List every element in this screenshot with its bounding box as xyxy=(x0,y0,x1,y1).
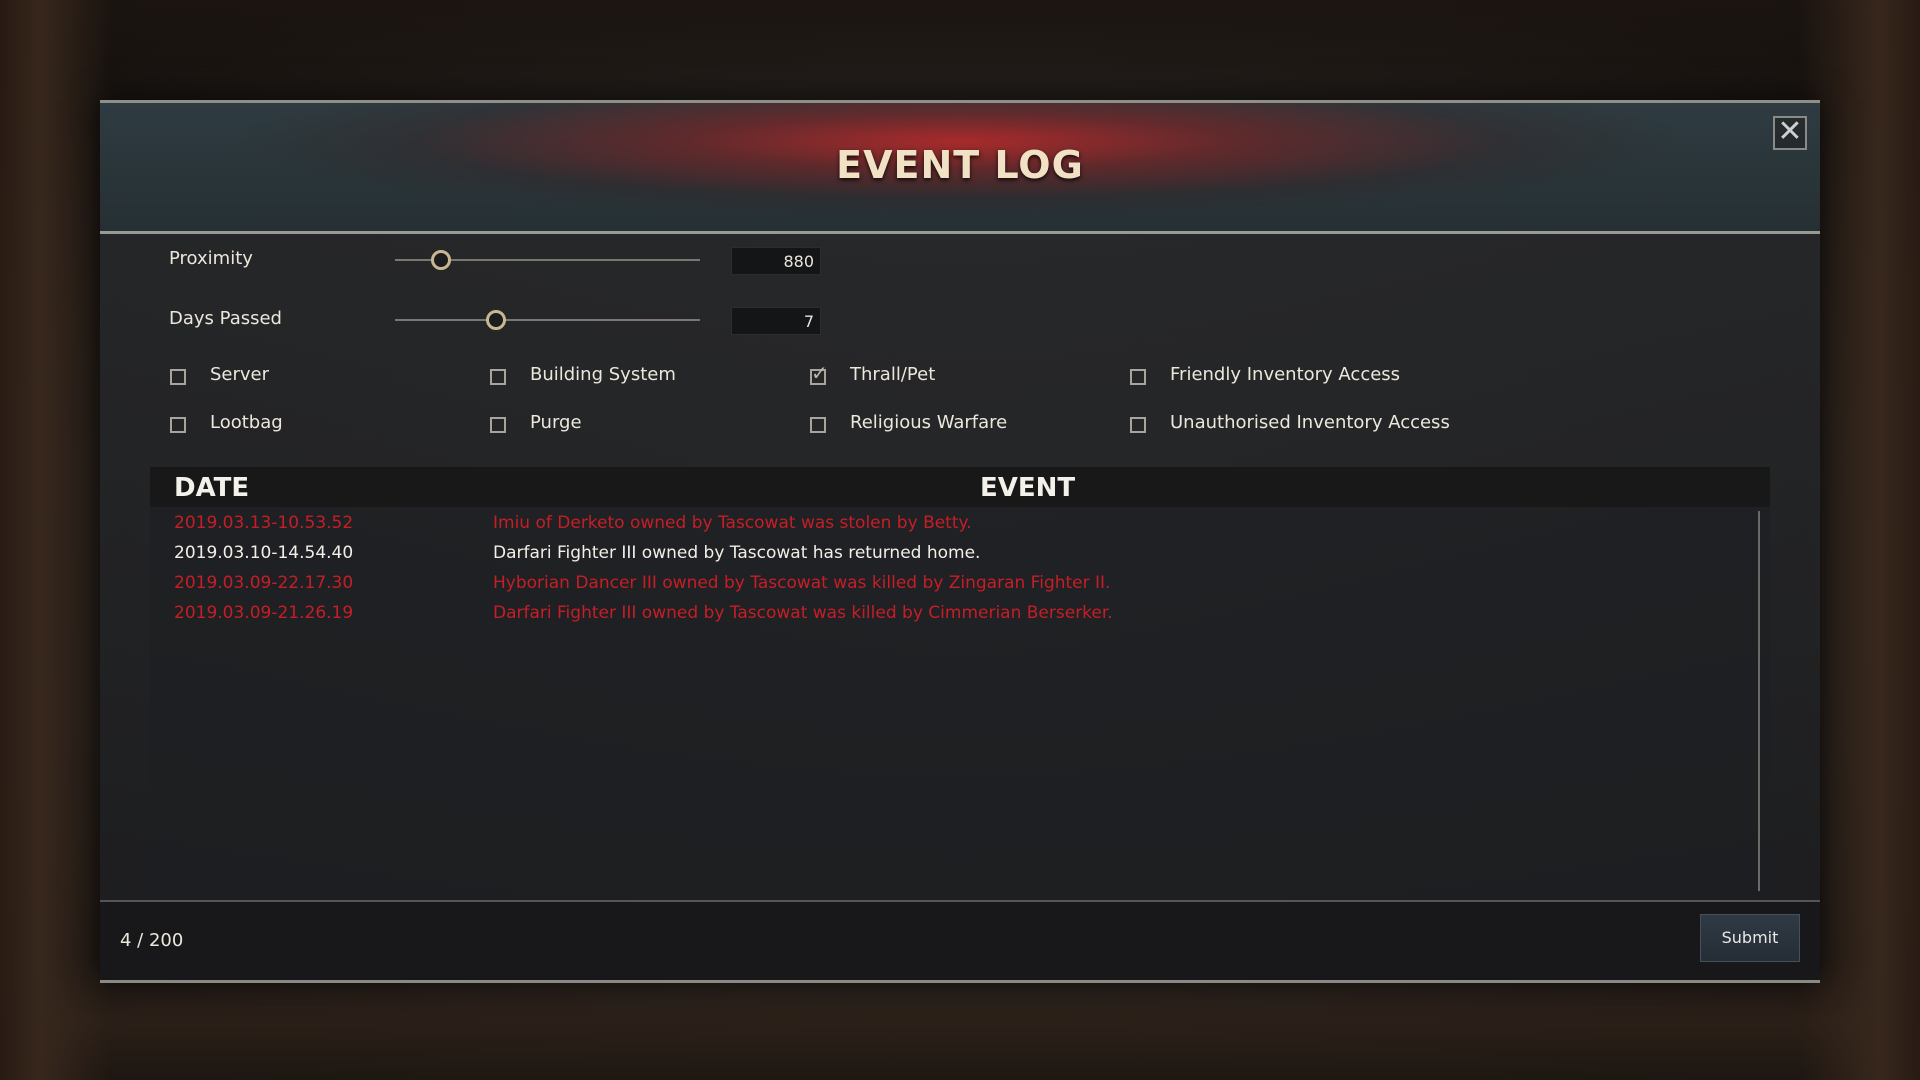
days-passed-label: Days Passed xyxy=(169,308,282,329)
row-date: 2019.03.10-14.54.40 xyxy=(174,543,354,563)
window-header: EVENT LOG ✕ xyxy=(100,100,1820,234)
unauthorised-inventory-access-checkbox[interactable] xyxy=(1130,417,1146,433)
row-event: Darfari Fighter III owned by Tascowat ha… xyxy=(493,543,981,563)
proximity-slider-handle[interactable] xyxy=(430,250,451,270)
row-event: Hyborian Dancer III owned by Tascowat wa… xyxy=(493,573,1111,593)
building-system-label: Building System xyxy=(530,364,676,385)
row-date: 2019.03.09-21.26.19 xyxy=(174,603,354,623)
event-list: 2019.03.13-10.53.52 Imiu of Derketo owne… xyxy=(150,507,1770,897)
days-passed-slider-handle[interactable] xyxy=(485,310,506,330)
row-date: 2019.03.13-10.53.52 xyxy=(174,513,354,533)
days-passed-slider[interactable] xyxy=(395,319,700,321)
purge-label: Purge xyxy=(530,412,582,433)
unauthorised-inventory-access-label: Unauthorised Inventory Access xyxy=(1170,412,1450,433)
lootbag-label: Lootbag xyxy=(210,412,283,433)
submit-button[interactable]: Submit xyxy=(1700,914,1800,962)
proximity-label: Proximity xyxy=(169,248,253,269)
friendly-inventory-access-label: Friendly Inventory Access xyxy=(1170,364,1401,385)
religious-warfare-checkbox[interactable] xyxy=(810,417,826,433)
table-row[interactable]: 2019.03.09-21.26.19 Darfari Fighter III … xyxy=(150,603,1750,633)
friendly-inventory-access-checkbox[interactable] xyxy=(1130,369,1146,385)
religious-warfare-label: Religious Warfare xyxy=(850,412,1008,433)
purge-checkbox[interactable] xyxy=(490,417,506,433)
scrollbar[interactable] xyxy=(1758,511,1760,891)
table-row[interactable]: 2019.03.13-10.53.52 Imiu of Derketo owne… xyxy=(150,513,1750,543)
event-log-window: EVENT LOG ✕ Proximity 880 Days Passed 7 … xyxy=(100,100,1820,983)
table-header: DATE EVENT xyxy=(150,467,1770,507)
row-event: Darfari Fighter III owned by Tascowat wa… xyxy=(493,603,1113,623)
thrall-pet-label: Thrall/Pet xyxy=(850,364,936,385)
table-row[interactable]: 2019.03.09-22.17.30 Hyborian Dancer III … xyxy=(150,573,1750,603)
building-system-checkbox[interactable] xyxy=(490,369,506,385)
close-icon: ✕ xyxy=(1777,114,1803,149)
thrall-pet-checkbox[interactable] xyxy=(810,361,828,385)
table-row[interactable]: 2019.03.10-14.54.40 Darfari Fighter III … xyxy=(150,543,1750,573)
row-date: 2019.03.09-22.17.30 xyxy=(174,573,354,593)
server-label: Server xyxy=(210,364,270,385)
server-checkbox[interactable] xyxy=(170,369,186,385)
window-footer: 4 / 200 Submit xyxy=(100,900,1820,983)
event-column-header: EVENT xyxy=(980,473,1076,503)
event-count: 4 / 200 xyxy=(120,930,184,951)
days-passed-input[interactable]: 7 xyxy=(731,307,821,335)
proximity-input[interactable]: 880 xyxy=(731,247,821,275)
close-button[interactable]: ✕ xyxy=(1773,116,1807,150)
lootbag-checkbox[interactable] xyxy=(170,417,186,433)
window-title: EVENT LOG xyxy=(836,143,1084,187)
date-column-header: DATE xyxy=(174,473,250,503)
row-event: Imiu of Derketo owned by Tascowat was st… xyxy=(493,513,972,533)
